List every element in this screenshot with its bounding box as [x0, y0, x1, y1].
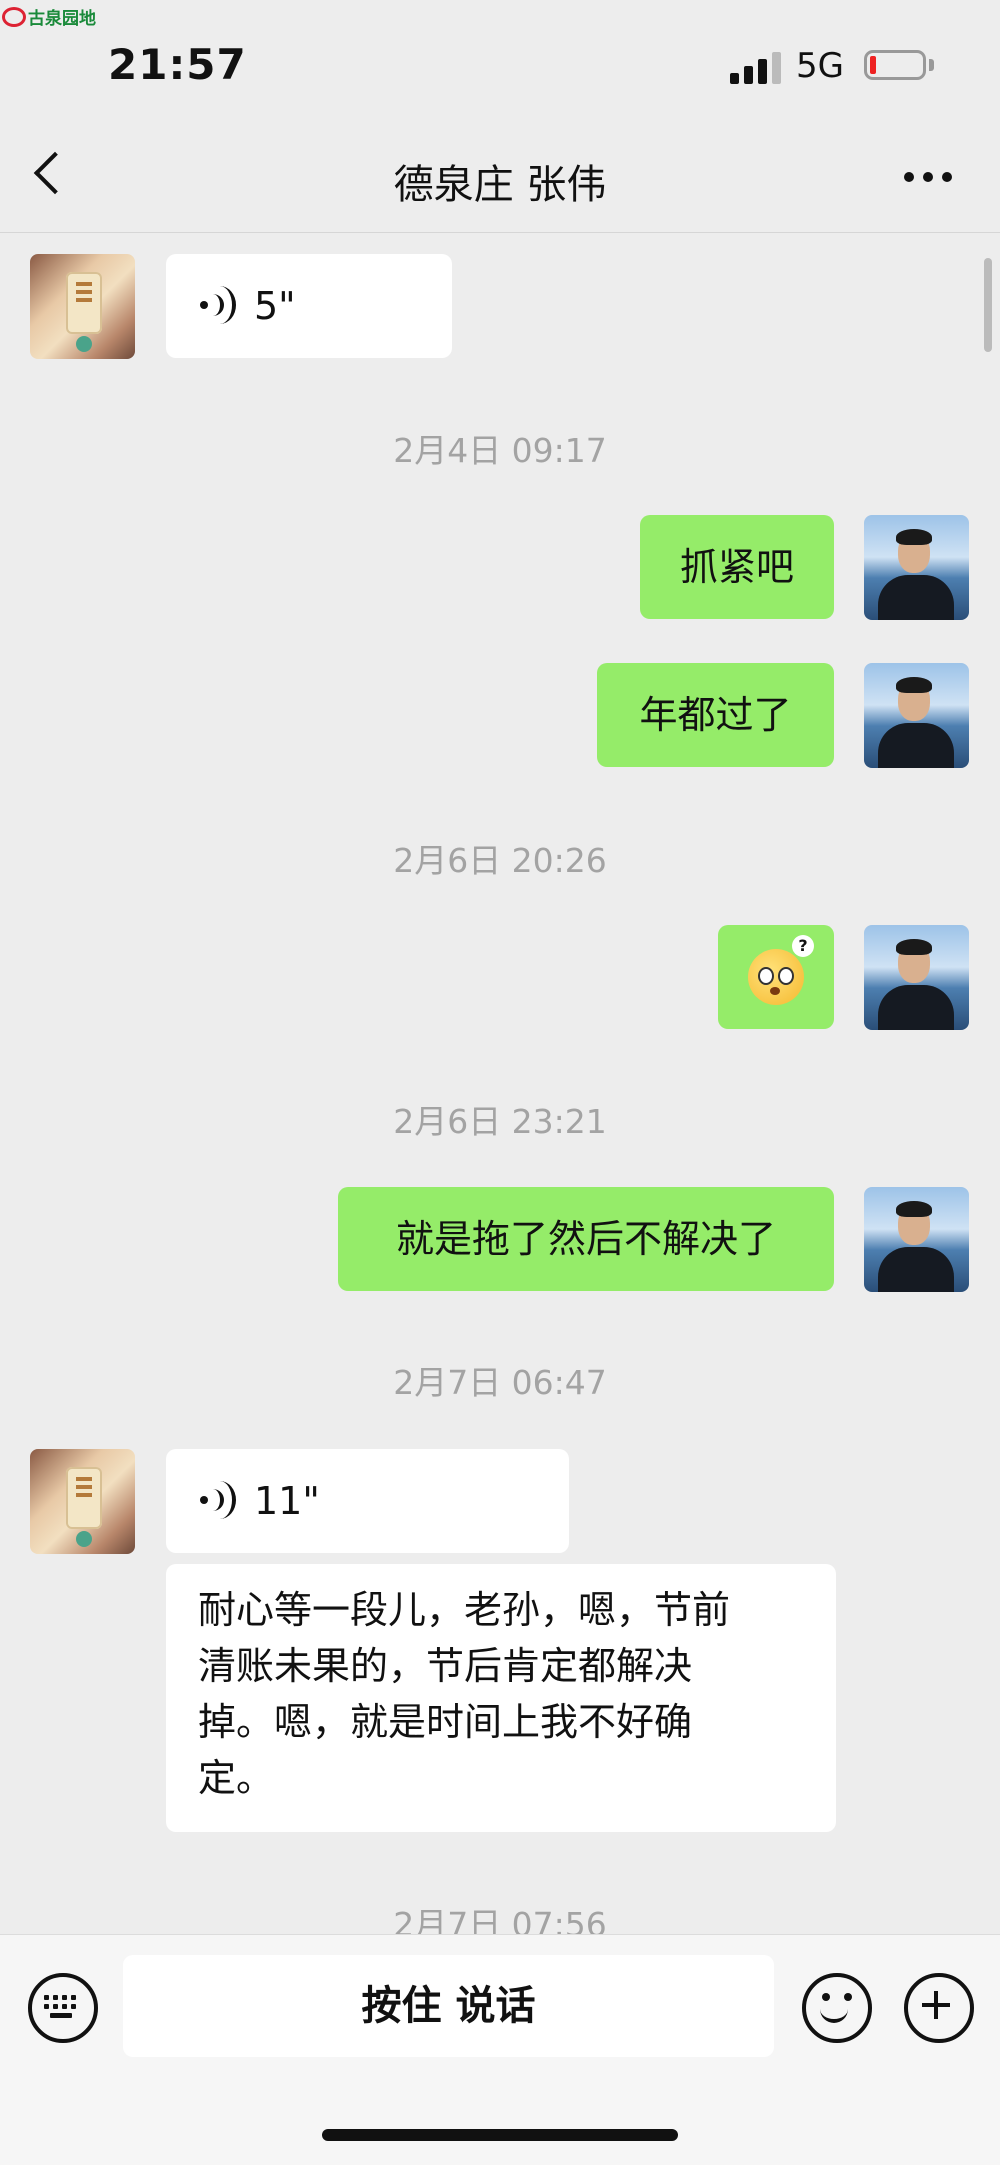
chat-header: 德泉庄 张伟 — [0, 124, 1000, 233]
chat-title: 德泉庄 张伟 — [393, 162, 607, 208]
more-options-icon[interactable] — [904, 172, 952, 182]
message-timestamp: 2月6日 20:26 — [393, 841, 607, 880]
watermark-logo-icon — [2, 6, 26, 27]
watermark-text: 古泉园地 — [28, 9, 96, 29]
home-indicator[interactable] — [322, 2129, 678, 2141]
outgoing-sticker-message[interactable]: ? — [718, 925, 834, 1029]
voice-duration: 5" — [254, 284, 296, 328]
outgoing-message[interactable]: 年都过了 — [597, 663, 834, 767]
scrollbar[interactable] — [984, 258, 992, 352]
status-time: 21:57 — [108, 40, 247, 89]
self-avatar[interactable] — [864, 925, 969, 1030]
message-timestamp: 2月7日 06:47 — [393, 1363, 607, 1402]
input-bar: 按住 说话 — [0, 1934, 1000, 2165]
self-avatar[interactable] — [864, 515, 969, 620]
cellular-signal-icon — [730, 50, 781, 84]
outgoing-message[interactable]: 就是拖了然后不解决了 — [338, 1187, 834, 1291]
self-avatar[interactable] — [864, 1187, 969, 1292]
message-timestamp: 2月4日 09:17 — [393, 431, 607, 470]
voice-duration: 11" — [254, 1479, 320, 1523]
transcript-line: 掉。嗯，就是时间上我不好确 — [198, 1700, 693, 1744]
self-avatar[interactable] — [864, 663, 969, 768]
transcript-line: 定。 — [198, 1756, 275, 1800]
keyboard-icon[interactable] — [28, 1973, 98, 2043]
contact-avatar[interactable] — [30, 254, 135, 359]
battery-nub — [929, 59, 934, 71]
voice-message[interactable]: 11" — [166, 1449, 569, 1553]
battery-icon — [864, 50, 926, 80]
message-timestamp: 2月6日 23:21 — [393, 1102, 607, 1141]
contact-avatar[interactable] — [30, 1449, 135, 1554]
voice-transcript[interactable]: 耐心等一段儿，老孙，嗯，节前 清账未果的，节后肯定都解决 掉。嗯，就是时间上我不… — [166, 1564, 836, 1832]
transcript-line: 清账未果的，节后肯定都解决 — [198, 1644, 693, 1688]
emoji-icon[interactable] — [802, 1973, 872, 2043]
outgoing-message[interactable]: 抓紧吧 — [640, 515, 834, 619]
voice-wave-icon — [198, 1481, 236, 1521]
transcript-line: 耐心等一段儿，老孙，嗯，节前 — [198, 1588, 731, 1632]
watermark: 古泉园地 — [2, 4, 96, 29]
voice-message[interactable]: 5" — [166, 254, 452, 358]
hold-to-talk-button[interactable]: 按住 说话 — [123, 1955, 774, 2057]
network-type: 5G — [796, 46, 844, 86]
voice-wave-icon — [198, 286, 236, 326]
confused-face-emoji-icon: ? — [748, 935, 814, 1005]
plus-icon[interactable] — [904, 1973, 974, 2043]
